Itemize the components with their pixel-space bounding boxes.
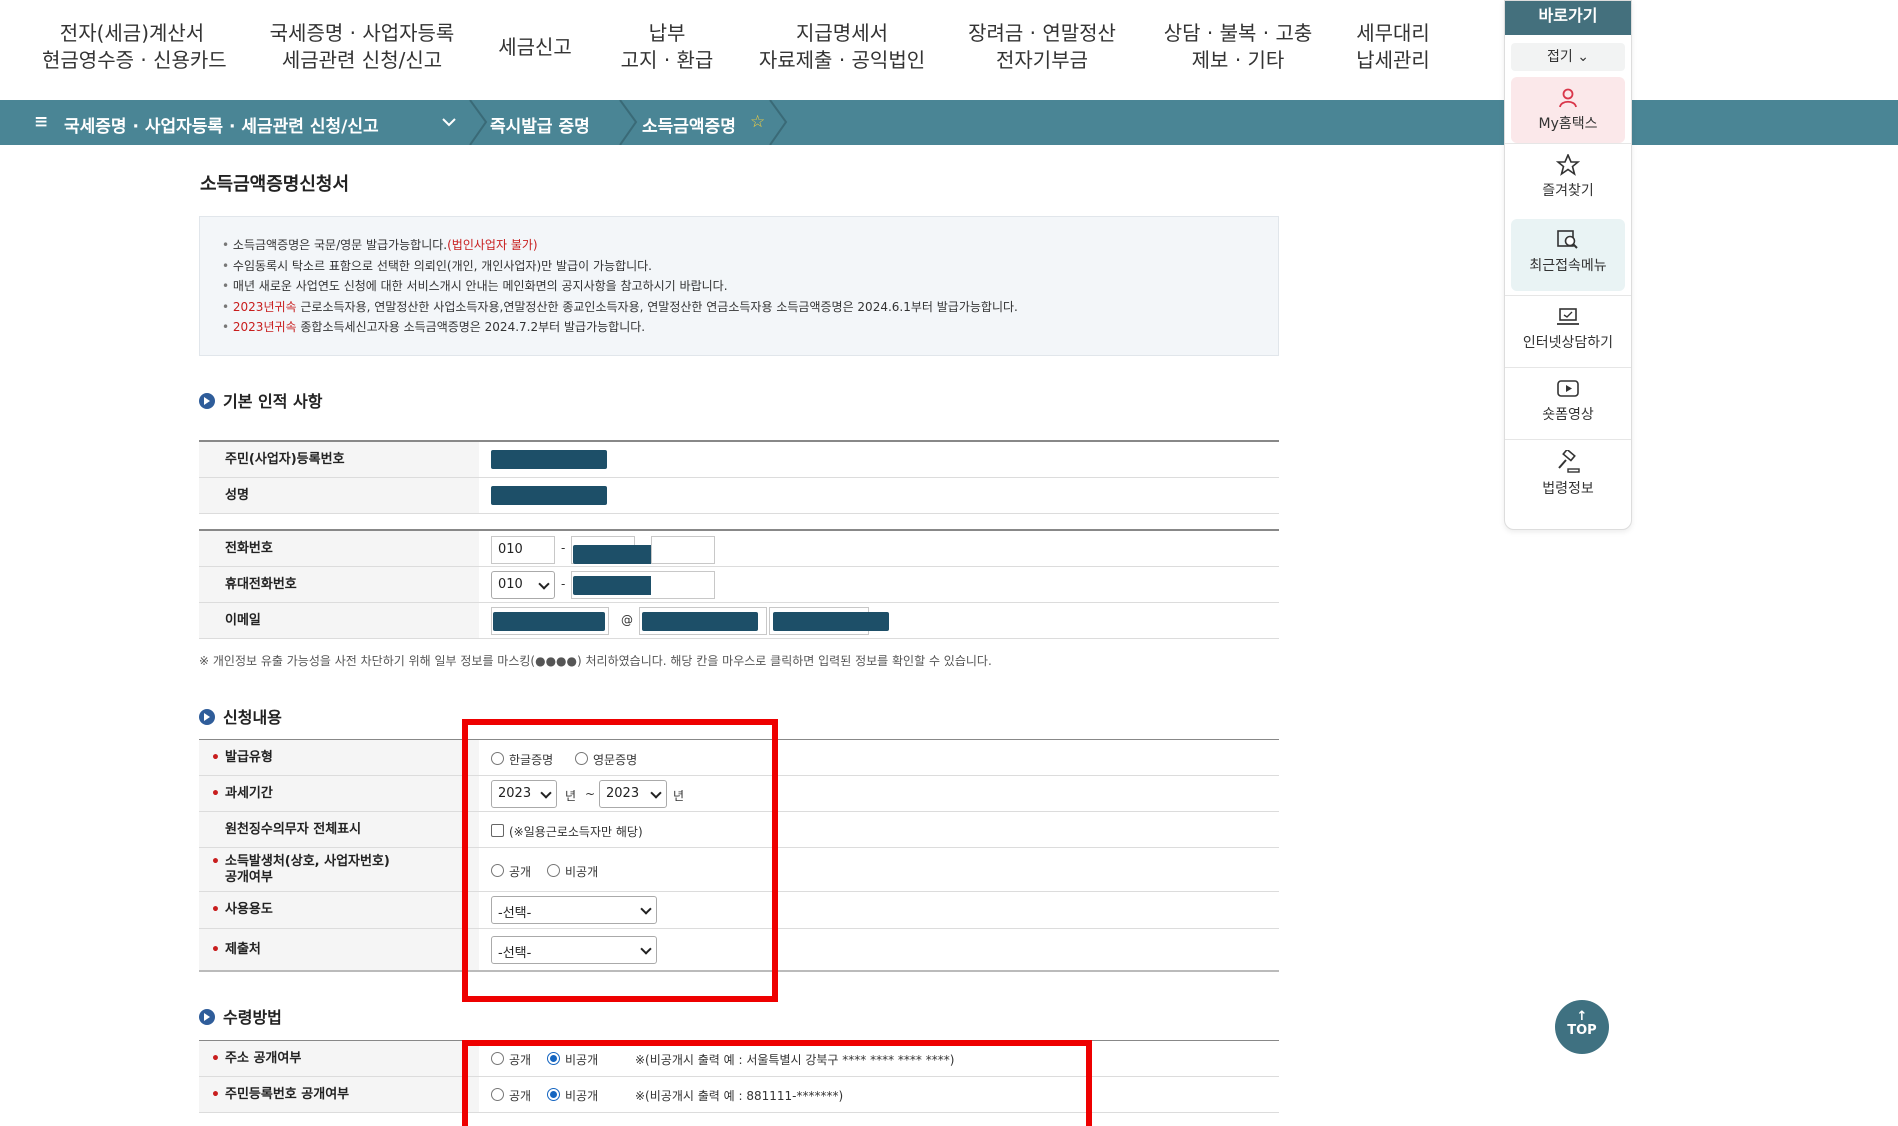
mobile-label: 휴대전화번호 — [199, 567, 479, 602]
ssn-label: 주민(사업자)등록번호 — [199, 442, 479, 477]
notice-item: 매년 새로운 사업연도 신청에 대한 서비스개시 안내는 메인화면의 공지사항을… — [222, 276, 1256, 297]
mobile-last-input[interactable] — [651, 571, 715, 599]
quick-item-recent-menu[interactable]: 최근접속메뉴 — [1511, 219, 1625, 291]
notice-item: 2023년귀속 종합소득세신고자용 소득금액증명은 2024.7.2부터 발급가… — [222, 317, 1256, 338]
nav-menu-tax-filing[interactable]: 세금신고 — [490, 34, 580, 61]
highlight-box-receive — [462, 1040, 1092, 1126]
basic-info-table-2: 전화번호 010 - 휴대전화번호 010 - 이메일 @ — [199, 529, 1279, 639]
quick-item-internet-consult[interactable]: 인터넷상담하기 — [1505, 295, 1631, 367]
chevron-down-icon: ⌄ — [1577, 49, 1589, 65]
section-bullet-icon — [199, 709, 215, 725]
laptop-icon — [1557, 308, 1579, 325]
table-row: 주민(사업자)등록번호 — [199, 442, 1279, 478]
nav-menu-incentives[interactable]: 장려금 · 연말정산 전자기부금 — [962, 20, 1122, 74]
quick-links-panel: 바로가기 접기 ⌄ My홈택스 즐겨찾기 최근접속메뉴 인터넷상담하기 숏폼영상… — [1504, 0, 1632, 530]
breadcrumb-separator — [769, 100, 788, 145]
at-sign: @ — [621, 613, 633, 627]
play-icon — [1557, 380, 1579, 397]
phone-label: 전화번호 — [199, 531, 479, 566]
quick-item-law-info[interactable]: 법령정보 — [1505, 439, 1631, 511]
nav-menu-tax-agent[interactable]: 세무대리 납세관리 — [1348, 20, 1438, 74]
section-bullet-icon — [199, 393, 215, 409]
email-domain-masked[interactable] — [642, 612, 758, 631]
arrow-up-icon: ↑ — [1576, 1009, 1588, 1024]
notice-item: 수임동록시 탁소르 표함으로 선택한 의뢰인(개인, 개인사업자)만 발급이 가… — [222, 256, 1256, 277]
breadcrumb-level1[interactable]: 국세증명 · 사업자등록 · 세금관련 신청/신고 — [64, 112, 379, 137]
name-masked-value[interactable] — [491, 486, 607, 505]
table-row: 전화번호 010 - — [199, 531, 1279, 567]
breadcrumb-level3: 소득금액증명 — [642, 117, 736, 137]
phone-prefix-input[interactable]: 010 — [491, 536, 555, 564]
email-domain-select-masked[interactable] — [773, 612, 889, 631]
person-icon — [1559, 88, 1577, 108]
favorite-star-icon[interactable]: ☆ — [750, 112, 765, 132]
highlight-box-application — [462, 719, 778, 1002]
table-row: 성명 — [199, 478, 1279, 514]
chevron-down-icon — [538, 578, 550, 590]
section-bullet-icon — [199, 1009, 215, 1025]
nav-menu-payment-statement[interactable]: 지급명세서 자료제출 · 공익법인 — [752, 20, 932, 74]
quick-item-favorites[interactable]: 즐겨찾기 — [1505, 143, 1631, 215]
page-title: 소득금액증명신청서 — [200, 174, 350, 195]
name-label: 성명 — [199, 478, 479, 513]
notice-item: 소득금액증명은 국문/영문 발급가능합니다.(법인사업자 불가) — [222, 235, 1256, 256]
ssn-masked-value[interactable] — [491, 450, 607, 469]
mobile-prefix-select[interactable]: 010 — [491, 571, 555, 599]
breadcrumb-separator — [619, 100, 638, 145]
email-id-masked[interactable] — [493, 612, 605, 631]
nav-menu-payment[interactable]: 납부 고지 · 환급 — [612, 20, 722, 74]
nav-menu-e-invoice[interactable]: 전자(세금)계산서 현금영수증 · 신용카드 — [42, 20, 227, 74]
scroll-top-button[interactable]: ↑ TOP — [1555, 1000, 1609, 1054]
breadcrumb-separator — [469, 100, 488, 145]
basic-info-table-1: 주민(사업자)등록번호 성명 — [199, 440, 1279, 514]
masking-note: ※ 개인정보 유출 가능성을 사전 차단하기 위해 일부 정보를 마스킹(●●●… — [199, 654, 992, 668]
nav-menu-consulting[interactable]: 상담 · 불복 · 고충 제보 · 기타 — [1158, 20, 1318, 74]
quick-item-shortform-video[interactable]: 숏폼영상 — [1505, 367, 1631, 439]
section-application: 신청내용 — [199, 704, 282, 728]
star-icon — [1556, 154, 1580, 176]
breadcrumb-level2[interactable]: 즉시발급 증명 — [490, 112, 590, 137]
recent-search-icon — [1557, 230, 1578, 249]
gavel-icon — [1558, 450, 1580, 473]
fold-button[interactable]: 접기 ⌄ — [1511, 43, 1625, 71]
table-row: 휴대전화번호 010 - — [199, 567, 1279, 603]
section-receive-method: 수령방법 — [199, 1004, 282, 1028]
phone-last-input[interactable] — [651, 536, 715, 564]
quick-links-title: 바로가기 — [1505, 1, 1631, 35]
notice-box: 소득금액증명은 국문/영문 발급가능합니다.(법인사업자 불가) 수임동록시 탁… — [199, 216, 1279, 356]
section-basic-info: 기본 인적 사항 — [199, 388, 322, 412]
chevron-down-icon[interactable] — [438, 100, 460, 145]
email-label: 이메일 — [199, 603, 479, 638]
notice-item: 2023년귀속 근로소득자용, 연말정산한 사업소득자용,연말정산한 종교인소득… — [222, 297, 1256, 318]
menu-icon[interactable]: ≡ — [34, 112, 48, 132]
quick-item-my-hometax[interactable]: My홈택스 — [1511, 77, 1625, 143]
nav-menu-certificates[interactable]: 국세증명 · 사업자등록 세금관련 신청/신고 — [262, 20, 462, 74]
table-row: 이메일 @ — [199, 603, 1279, 639]
